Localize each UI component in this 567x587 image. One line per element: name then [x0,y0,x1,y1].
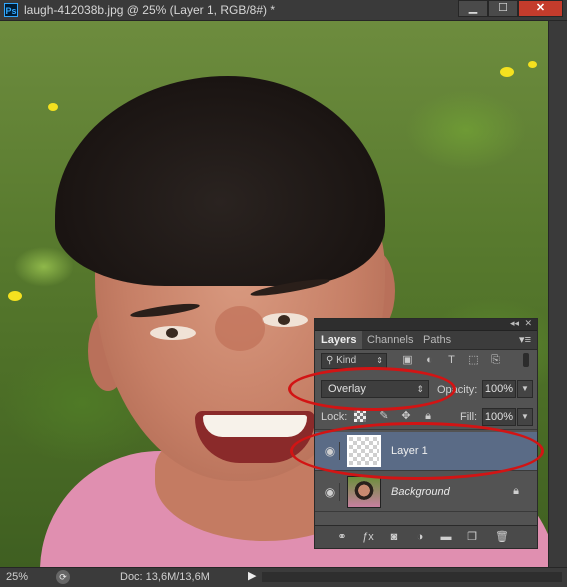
minimize-button[interactable]: ▁ [458,0,488,17]
layer-name[interactable]: Layer 1 [391,445,428,457]
lock-all-icon[interactable]: 🔒︎ [422,410,434,422]
shape-filter-icon[interactable]: ⬚ [467,354,480,367]
close-button[interactable]: ✕ [518,0,563,17]
chevron-updown-icon: ⇕ [416,384,424,394]
opacity-dropdown-button[interactable]: ▼ [517,380,533,398]
search-icon: ⚲ [326,355,337,366]
pixel-filter-icon[interactable]: ▣ [401,354,414,367]
fill-dropdown-button[interactable]: ▼ [517,408,533,426]
filter-toggle[interactable] [523,353,529,367]
smart-object-filter-icon[interactable]: ⎘ [489,354,502,367]
type-filter-icon[interactable]: T [445,354,458,367]
trash-icon[interactable]: 🗑︎ [495,530,509,544]
layer-thumbnail[interactable] [347,476,381,508]
status-bar: 25% ⟳ Doc: 13,6M/13,6M ▶ [0,567,567,587]
lock-position-icon[interactable]: ✥ [400,410,412,422]
opacity-label: Opacity: [437,384,478,396]
fx-icon[interactable]: ƒx [361,530,375,544]
lock-label: Lock: [321,411,348,423]
close-icon: ✕ [535,2,546,14]
panel-header[interactable]: ◂◂ ✕ [315,318,537,331]
lock-icon: 🔒︎ [513,485,519,497]
photo-eye-left [150,326,196,340]
photo-nose [215,306,265,351]
layer-thumbnail[interactable] [347,435,381,467]
filter-kind-label: Kind [336,355,357,366]
new-layer-icon[interactable]: ❐ [465,530,479,544]
tab-paths[interactable]: Paths [417,331,457,349]
link-layers-icon[interactable]: ⚭ [335,530,349,544]
lock-row: Lock: ✎ ✥ 🔒︎ Fill: 100% ▼ [315,405,537,430]
horizontal-scrollbar[interactable] [262,572,562,582]
tab-channels[interactable]: Channels [361,331,419,349]
panel-close-icon[interactable]: ✕ [524,318,532,329]
document-title-bar[interactable]: Ps laugh-412038b.jpg @ 25% (Layer 1, RGB… [0,0,567,21]
lock-pixels-icon[interactable]: ✎ [378,410,390,422]
adjustment-filter-icon[interactable]: ◐ [423,354,436,367]
blend-row: Overlay ⇕ Opacity: 100% ▼ [315,377,537,401]
vertical-scrollbar[interactable] [548,21,567,567]
lock-transparency-icon[interactable] [354,410,366,422]
chevron-down-icon: ▼ [521,412,529,421]
photo-hair [55,76,385,286]
collapse-icon[interactable]: ◂◂ [510,318,519,329]
maximize-button[interactable]: ☐ [488,0,518,17]
opacity-input[interactable]: 100% [482,380,516,398]
yellow-flower [48,103,58,111]
add-mask-icon[interactable]: ◙ [387,530,401,544]
adjustment-layer-icon[interactable]: ◑ [413,530,427,544]
photo-eye-right [262,313,308,327]
layers-panel-footer: ⚭ ƒx ◙ ◑ ▬ ❐ 🗑︎ [315,525,537,548]
document-info: Doc: 13,6M/13,6M [120,571,210,583]
layer-filter-row: ⚲ Kind ⇕ ▣ ◐ T ⬚ ⎘ [315,351,537,371]
fill-label: Fill: [460,411,478,423]
new-group-icon[interactable]: ▬ [439,530,453,544]
layer-row-layer-1[interactable]: ◉ Layer 1 [315,432,537,471]
tab-layers[interactable]: Layers [315,331,363,349]
blend-mode-value: Overlay [328,383,366,395]
share-icon[interactable]: ⟳ [56,570,70,584]
play-arrow-icon[interactable]: ▶ [248,569,256,582]
photoshop-logo-icon: Ps [4,3,18,17]
layer-row-background[interactable]: ◉ Background 🔒︎ [315,473,537,512]
yellow-flower [500,67,514,77]
minimize-icon: ▁ [468,2,478,14]
panel-tabs: Layers Channels Paths ▾≡ [315,331,537,350]
eye-icon[interactable]: ◉ [321,442,340,460]
blend-mode-select[interactable]: Overlay ⇕ [321,380,429,398]
layer-name[interactable]: Background [391,486,450,498]
chevron-down-icon: ▼ [521,384,529,393]
chevron-updown-icon: ⇕ [376,356,383,365]
eye-icon[interactable]: ◉ [321,483,340,501]
photo-teeth [203,415,307,437]
yellow-flower [528,61,537,68]
layers-panel[interactable]: ◂◂ ✕ Layers Channels Paths ▾≡ ⚲ Kind ⇕ ▣… [314,318,538,549]
panel-menu-icon[interactable]: ▾≡ [519,333,531,346]
fill-input[interactable]: 100% [482,408,516,426]
maximize-icon: ☐ [498,2,508,14]
zoom-level[interactable]: 25% [6,571,28,583]
document-title: laugh-412038b.jpg @ 25% (Layer 1, RGB/8#… [24,3,275,17]
filter-kind-select[interactable]: ⚲ Kind ⇕ [321,353,387,369]
yellow-flower [8,291,22,301]
